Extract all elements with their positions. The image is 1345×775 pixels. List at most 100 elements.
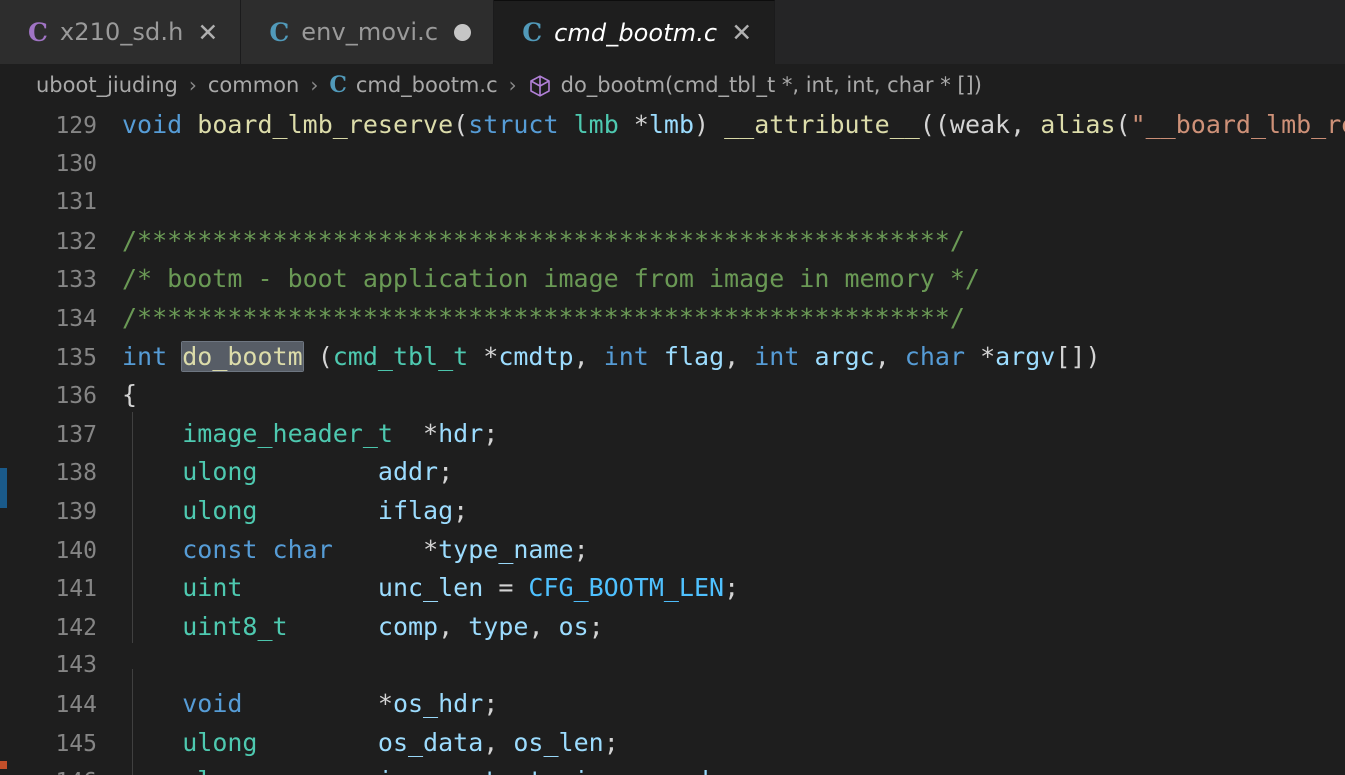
breadcrumb-label: cmd_bootm.c [355, 73, 498, 97]
code-line-content[interactable]: image_header_t *hdr; [122, 411, 1345, 454]
code-line[interactable]: 130 [12, 145, 1345, 184]
code-token: ; [709, 766, 724, 775]
code-line[interactable]: 143 [12, 646, 1345, 708]
editor-tab-cmd-bootm-c[interactable]: Ccmd_bootm.c ✕ [494, 0, 776, 65]
indent-guide [132, 604, 133, 644]
code-line[interactable]: 139 ulong iflag; [12, 488, 1345, 531]
selection-highlight-mark [0, 468, 7, 508]
editor-tab-x210-sd-h[interactable]: Cx210_sd.h ✕ [0, 0, 242, 64]
code-line[interactable]: 142 uint8_t comp, type, os; [12, 604, 1345, 647]
code-line-content[interactable]: { [122, 376, 1345, 415]
code-editor[interactable]: 129 void board_lmb_reserve(struct lmb *lm… [0, 106, 1345, 775]
code-token: []) [1055, 341, 1101, 371]
code-line[interactable]: 138 ulong addr; [12, 450, 1345, 492]
code-line[interactable]: 145 ulong os_data, os_len; [12, 720, 1345, 763]
code-token: , [1010, 110, 1041, 139]
code-line-content[interactable]: ulong addr; [122, 450, 1345, 492]
line-number: 146 [12, 763, 122, 775]
breadcrumb-label: do_bootm(cmd_tbl_t *, int, int, char * [… [560, 73, 982, 97]
code-line[interactable]: 135 int do_bootm (cmd_tbl_t *cmdtp, int f… [12, 338, 1345, 377]
overview-ruler[interactable] [0, 106, 12, 775]
code-token: , [874, 341, 905, 371]
code-token: , [724, 341, 755, 371]
code-line[interactable]: 137 image_header_t *hdr; [12, 411, 1345, 454]
c-source-file-icon: C [269, 17, 290, 47]
tab-label: x210_sd.h [59, 18, 184, 46]
code-token: lmb [648, 110, 695, 139]
code-token: ; [573, 534, 589, 564]
code-line[interactable]: 140 const char *type_name; [12, 527, 1345, 570]
code-token: * [242, 688, 393, 718]
code-token: os_hdr [392, 688, 484, 718]
highlighted-word: do_bootm [182, 341, 303, 371]
code-line[interactable]: 146 ulong image_start, image_end; [12, 759, 1345, 775]
code-token: , [573, 341, 604, 371]
code-line-content[interactable]: uint8_t comp, type, os; [122, 604, 1345, 647]
code-token: weak [949, 110, 1011, 139]
code-line-content[interactable]: int do_bootm (cmd_tbl_t *cmdtp, int flag… [122, 338, 1345, 377]
code-token: ( [453, 110, 469, 139]
code-line[interactable]: 144 void *os_hdr; [12, 681, 1345, 724]
tab-label: env_movi.c [301, 18, 439, 46]
code-line-content[interactable]: const char *type_name; [122, 527, 1345, 570]
code-line-content[interactable]: void *os_hdr; [122, 681, 1345, 724]
indent-guide [132, 450, 133, 489]
tab-close-icon[interactable]: ✕ [197, 20, 218, 45]
code-line-content[interactable]: uint unc_len = CFG_BOOTM_LEN; [122, 566, 1345, 608]
tab-bar-empty-space [775, 0, 1345, 64]
code-token: ; [483, 418, 499, 448]
code-token: iflag [377, 495, 454, 525]
code-token: __attribute__ [724, 110, 920, 139]
c-source-file-icon: C [522, 18, 543, 47]
tab-label: cmd_bootm.c [554, 18, 718, 47]
code-line[interactable]: 132 /************************************… [12, 222, 1345, 261]
line-number: 129 [55, 113, 97, 139]
code-token: uint [182, 573, 243, 603]
code-line-content[interactable]: /* bootm - boot application image from i… [122, 260, 1345, 299]
editor-tab-env-movi-c[interactable]: Cenv_movi.c [241, 0, 495, 64]
editor-code-area[interactable]: 129 void board_lmb_reserve(struct lmb *lm… [12, 106, 1345, 775]
tab-dirty-indicator-icon[interactable] [454, 23, 472, 41]
code-token: argv [995, 341, 1056, 371]
code-token: os_data [377, 727, 484, 757]
code-token: /* bootm - boot application image from i… [122, 264, 980, 294]
code-line[interactable]: 134 /************************************… [12, 299, 1345, 338]
line-number: 145 [55, 730, 97, 757]
code-token: ( [302, 341, 333, 371]
code-line[interactable]: 136 { [12, 376, 1345, 415]
code-line[interactable]: 131 [12, 183, 1345, 222]
breadcrumb[interactable]: uboot_jiuding › common › Ccmd_bootm.c › do_boo… [0, 64, 1345, 106]
code-token: ulong [182, 495, 258, 525]
code-line[interactable]: 129 void board_lmb_reserve(struct lmb *lm… [12, 106, 1345, 145]
line-number: 130 [55, 150, 97, 177]
code-line[interactable]: 141 uint unc_len = CFG_BOOTM_LEN; [12, 566, 1345, 608]
breadcrumb-item-2[interactable]: Ccmd_bootm.c [329, 72, 497, 98]
code-token: comp [377, 611, 439, 641]
code-token: ; [453, 495, 469, 525]
breadcrumb-item-0[interactable]: uboot_jiuding [36, 73, 178, 97]
code-line-content[interactable]: /***************************************… [122, 299, 1345, 338]
breadcrumb-item-1[interactable]: common [208, 73, 299, 97]
indent-guide [132, 681, 133, 721]
code-token: argc [814, 341, 875, 371]
code-token: ; [483, 688, 499, 718]
code-token: ; [603, 727, 619, 757]
code-token: lmb [573, 110, 619, 139]
code-line-content[interactable]: /***************************************… [122, 222, 1345, 261]
breadcrumb-item-3[interactable]: do_bootm(cmd_tbl_t *, int, int, char * [… [528, 73, 982, 98]
code-token: char [904, 341, 966, 371]
tab-close-icon[interactable]: ✕ [731, 20, 752, 45]
code-line-content[interactable]: void board_lmb_reserve(struct lmb *lmb) … [122, 106, 1345, 145]
code-token: image_end [574, 766, 709, 775]
code-line-content[interactable]: ulong image_start, image_end; [122, 759, 1345, 775]
code-token: * [618, 110, 649, 139]
code-line-content[interactable]: ulong os_data, os_len; [122, 720, 1345, 763]
line-number: 141 [55, 576, 97, 603]
line-number: 140 [55, 537, 97, 564]
code-line-content[interactable]: ulong iflag; [122, 488, 1345, 531]
code-line[interactable]: 133 /* bootm - boot application image fro… [12, 260, 1345, 299]
code-token: { [122, 380, 138, 410]
